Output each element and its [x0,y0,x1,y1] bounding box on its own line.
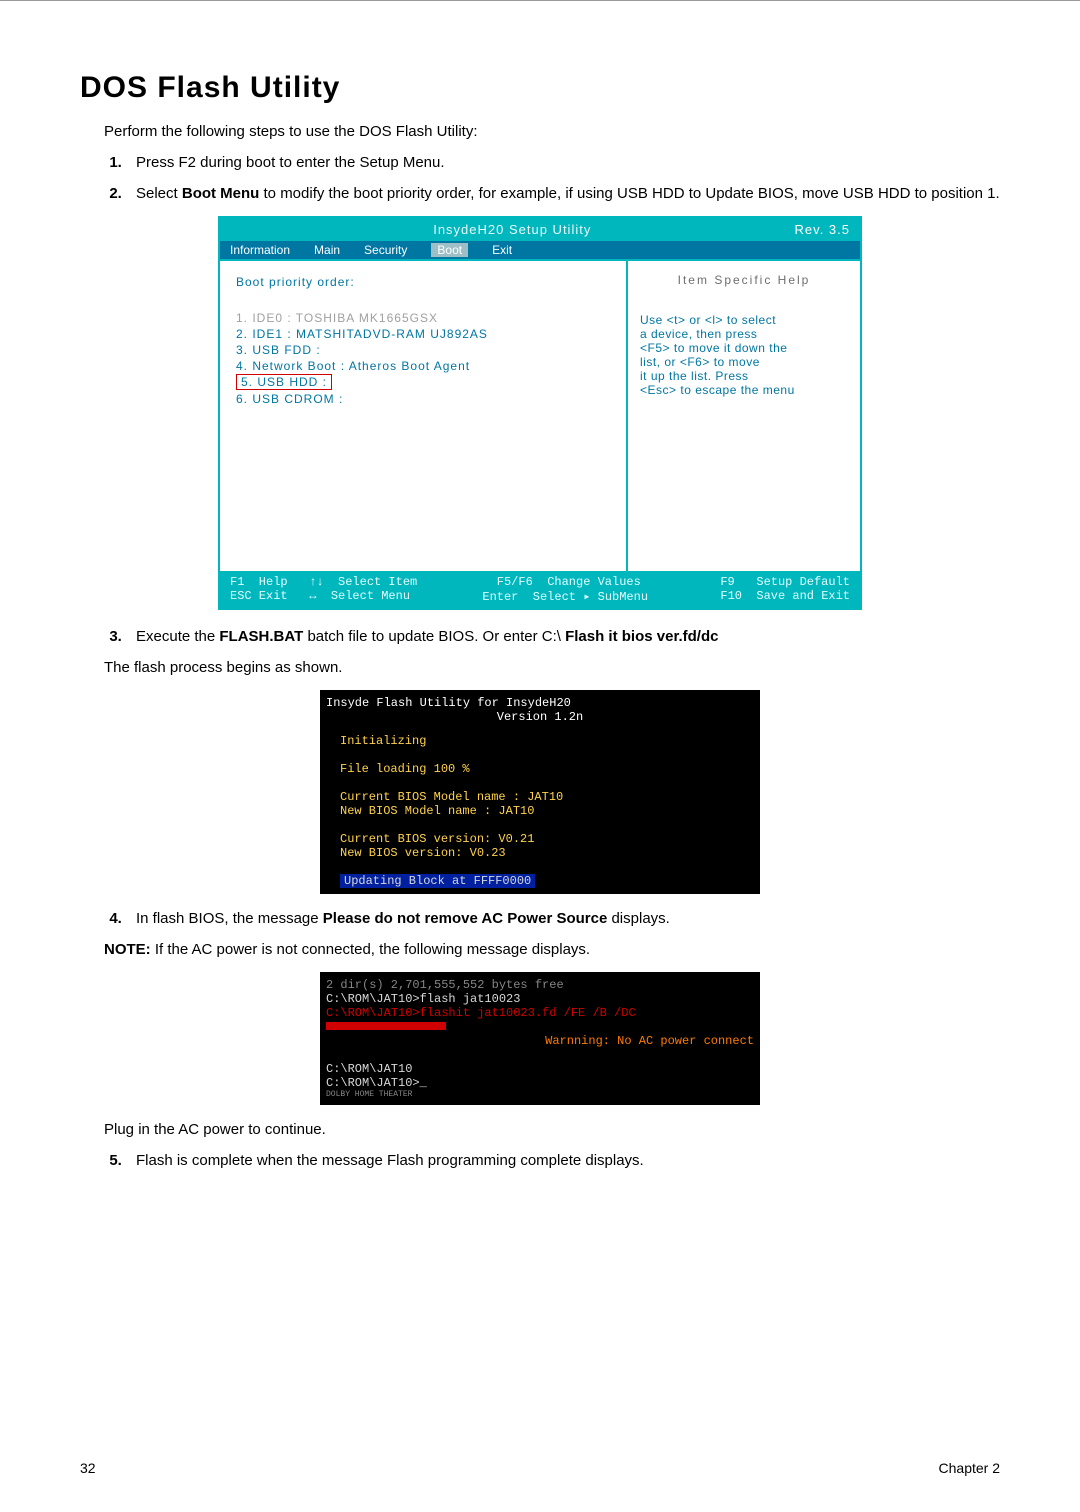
step-4: In flash BIOS, the message Please do not… [126,910,1000,927]
help-title: Item Specific Help [640,273,848,287]
page-number: 32 [80,1460,96,1476]
flash-terminal-screenshot: Insyde Flash Utility for InsydeH20 Versi… [320,690,760,894]
step-3: Execute the FLASH.BAT batch file to upda… [126,628,1000,645]
bios-tab-main: Main [314,243,340,257]
chapter-label: Chapter 2 [939,1460,1000,1476]
boot-item-1: 1. IDE0 : TOSHIBA MK1665GSX [236,311,610,325]
boot-priority-label: Boot priority order: [236,275,610,289]
step-2: Select Boot Menu to modify the boot prio… [126,185,1000,202]
bios-tab-security: Security [364,243,407,257]
step-5: Flash is complete when the message Flash… [126,1152,1000,1169]
page-title: DOS Flash Utility [80,71,1000,105]
flash-begins-text: The flash process begins as shown. [104,659,1000,676]
boot-item-6: 6. USB CDROM : [236,392,610,406]
note-text: NOTE: If the AC power is not connected, … [104,941,1000,958]
step-1: Press F2 during boot to enter the Setup … [126,154,1000,171]
boot-item-2: 2. IDE1 : MATSHITADVD-RAM UJ892AS [236,327,610,341]
bios-footer: F1 Help ↑↓ Select ItemF5/F6 Change Value… [220,571,860,608]
bios-tab-exit: Exit [492,243,512,257]
bios-tab-information: Information [230,243,290,257]
bios-title: InsydeH20 Setup Utility [230,222,795,237]
bios-screenshot: InsydeH20 Setup UtilityRev. 3.5 Informat… [218,216,862,610]
plug-ac-text: Plug in the AC power to continue. [104,1121,1000,1138]
bios-tab-boot: Boot [431,243,468,257]
intro-text: Perform the following steps to use the D… [104,123,1000,140]
boot-item-4: 4. Network Boot : Atheros Boot Agent [236,359,610,373]
bios-rev: Rev. 3.5 [795,222,850,237]
boot-item-3: 3. USB FDD : [236,343,610,357]
boot-item-5-highlight: 5. USB HDD : [236,374,332,390]
ac-warning-screenshot: 2 dir(s) 2,701,555,552 bytes free C:\ROM… [320,972,760,1105]
